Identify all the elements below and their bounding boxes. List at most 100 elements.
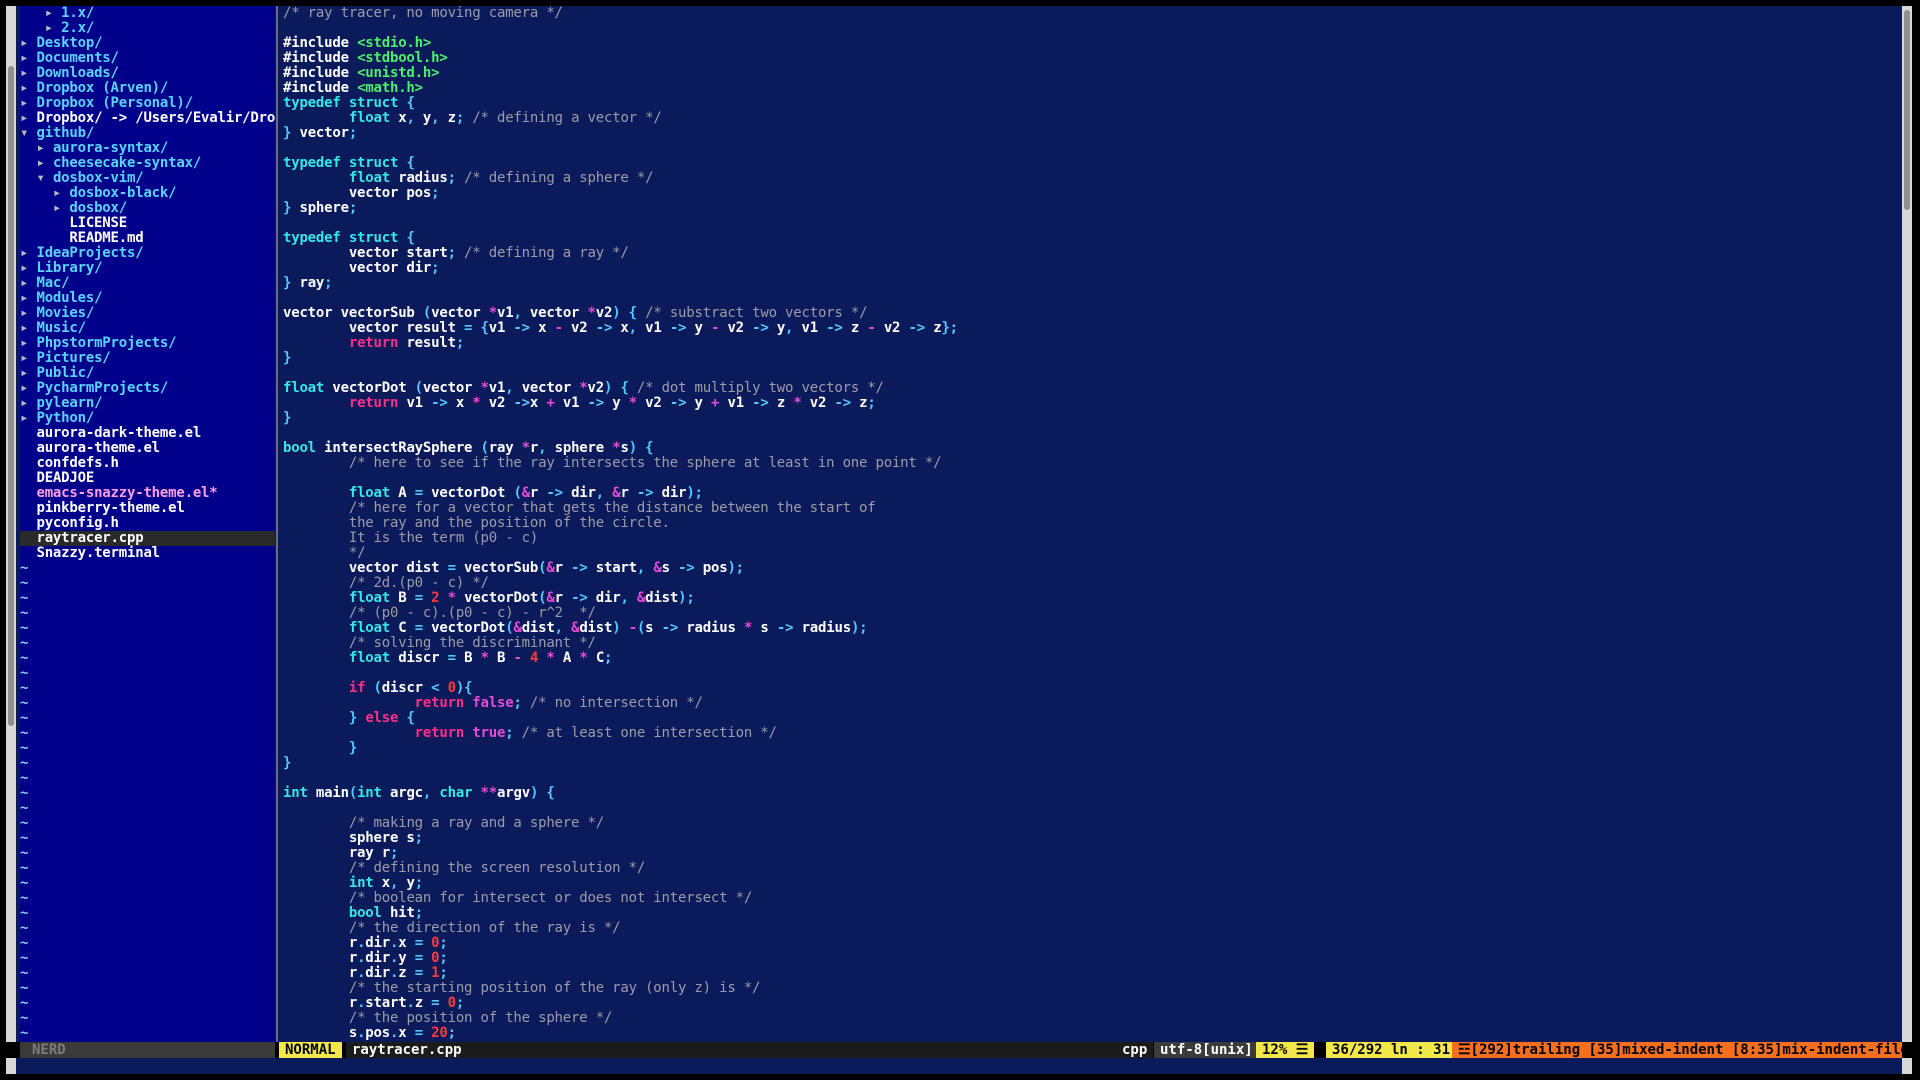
tree-item-directory[interactable]: ▸ cheesecake-syntax/ xyxy=(20,156,201,171)
code-line[interactable]: sphere s; xyxy=(283,831,423,846)
code-line[interactable]: /* defining the screen resolution */ xyxy=(283,861,645,876)
left-scrollbar-thumb[interactable] xyxy=(8,66,14,726)
code-line[interactable]: float discr = B * B - 4 * A * C; xyxy=(283,651,613,666)
code-line[interactable]: return result; xyxy=(283,336,464,351)
tree-item-directory[interactable]: ▸ dosbox/ xyxy=(20,201,127,216)
collapsed-triangle-icon[interactable]: ▸ xyxy=(20,245,36,261)
code-line[interactable]: r.start.z = 0; xyxy=(283,996,464,1011)
tree-item-file[interactable]: pinkberry-theme.el xyxy=(20,501,184,516)
code-line[interactable]: #include <stdio.h> xyxy=(283,36,431,51)
tree-item-directory[interactable]: ▸ Pictures/ xyxy=(20,351,111,366)
code-line[interactable]: bool hit; xyxy=(283,906,423,921)
collapsed-triangle-icon[interactable]: ▸ xyxy=(20,110,36,126)
collapsed-triangle-icon[interactable]: ▸ xyxy=(20,380,36,396)
tree-item-directory[interactable]: ▸ Downloads/ xyxy=(20,66,119,81)
collapsed-triangle-icon[interactable]: ▸ xyxy=(20,275,36,291)
code-line[interactable]: float x, y, z; /* defining a vector */ xyxy=(283,111,662,126)
code-line[interactable]: typedef struct { xyxy=(283,156,415,171)
code-line[interactable]: r.dir.z = 1; xyxy=(283,966,448,981)
collapsed-triangle-icon[interactable]: ▸ xyxy=(45,6,61,21)
collapsed-triangle-icon[interactable]: ▸ xyxy=(20,395,36,411)
tree-item-directory[interactable]: ▾ github/ xyxy=(20,126,94,141)
collapsed-triangle-icon[interactable]: ▸ xyxy=(20,305,36,321)
collapsed-triangle-icon[interactable]: ▸ xyxy=(45,20,61,36)
code-line[interactable]: int x, y; xyxy=(283,876,423,891)
tree-item-directory[interactable]: ▸ Documents/ xyxy=(20,51,119,66)
collapsed-triangle-icon[interactable]: ▸ xyxy=(53,185,69,201)
code-line[interactable]: return true; /* at least one intersectio… xyxy=(283,726,777,741)
code-line[interactable]: /* boolean for intersect or does not int… xyxy=(283,891,752,906)
tree-item-directory[interactable]: ▾ dosbox-vim/ xyxy=(20,171,143,186)
tree-item-directory[interactable]: ▸ Modules/ xyxy=(20,291,103,306)
code-line[interactable]: } ray; xyxy=(283,276,333,291)
collapsed-triangle-icon[interactable]: ▸ xyxy=(20,320,36,336)
code-line[interactable]: vector vectorSub (vector *v1, vector *v2… xyxy=(283,306,868,321)
collapsed-triangle-icon[interactable]: ▸ xyxy=(20,335,36,351)
tree-item-directory[interactable]: ▸ pylearn/ xyxy=(20,395,103,411)
code-line[interactable]: #include <unistd.h> xyxy=(283,66,440,81)
code-line[interactable]: return v1 -> x * v2 ->x + v1 -> y * v2 -… xyxy=(283,396,876,411)
code-line[interactable]: } xyxy=(283,411,291,426)
tree-item-file[interactable]: aurora-theme.el xyxy=(20,441,160,456)
tree-item-file[interactable]: aurora-dark-theme.el xyxy=(20,426,201,441)
code-line[interactable]: } else { xyxy=(283,711,415,726)
collapsed-triangle-icon[interactable]: ▸ xyxy=(20,365,36,381)
code-line[interactable]: float radius; /* defining a sphere */ xyxy=(283,171,654,186)
code-line[interactable]: } xyxy=(283,351,291,366)
code-line[interactable]: } vector; xyxy=(283,126,357,141)
code-line[interactable]: float B = 2 * vectorDot(&r -> dir, &dist… xyxy=(283,591,695,606)
collapsed-triangle-icon[interactable]: ▸ xyxy=(20,410,36,426)
tree-item-file[interactable]: pyconfig.h xyxy=(20,516,118,531)
code-line[interactable]: the ray and the position of the circle. xyxy=(283,516,670,531)
tree-item-directory[interactable]: ▸ aurora-syntax/ xyxy=(20,141,168,156)
tree-item-directory[interactable]: ▸ 1.x/ xyxy=(20,6,95,21)
code-line[interactable]: /* (p0 - c).(p0 - c) - r^2 */ xyxy=(283,606,596,621)
code-line[interactable]: /* the position of the sphere */ xyxy=(283,1011,613,1026)
code-line[interactable]: if (discr < 0){ xyxy=(283,681,473,696)
tree-item-directory[interactable]: ▸ PhpstormProjects/ xyxy=(20,335,177,351)
code-line[interactable]: vector dist = vectorSub(&r -> start, &s … xyxy=(283,561,744,576)
expanded-triangle-icon[interactable]: ▾ xyxy=(20,125,36,141)
collapsed-triangle-icon[interactable]: ▸ xyxy=(20,35,36,51)
code-line[interactable]: */ xyxy=(283,546,366,561)
tree-item-file[interactable]: emacs-snazzy-theme.el* xyxy=(20,486,217,501)
code-line[interactable]: vector result = {v1 -> x - v2 -> x, v1 -… xyxy=(283,321,958,336)
tree-item-directory[interactable]: ▸ Public/ xyxy=(20,366,94,381)
code-line[interactable]: It is the term (p0 - c) xyxy=(283,531,538,546)
tree-item-directory[interactable]: ▸ 2.x/ xyxy=(20,20,95,36)
code-line[interactable]: float A = vectorDot (&r -> dir, &r -> di… xyxy=(283,486,703,501)
code-line[interactable]: /* making a ray and a sphere */ xyxy=(283,816,604,831)
tree-item-file[interactable]: ▸ Dropbox/ -> /Users/Evalir/Dro xyxy=(20,111,275,126)
collapsed-triangle-icon[interactable]: ▸ xyxy=(20,80,36,96)
tree-item-file[interactable]: README.md xyxy=(20,231,143,246)
code-line[interactable]: /* here to see if the ray intersects the… xyxy=(283,456,942,471)
code-line[interactable]: } xyxy=(283,756,291,771)
code-line[interactable]: r.dir.x = 0; xyxy=(283,936,448,951)
code-line[interactable]: r.dir.y = 0; xyxy=(283,951,448,966)
code-line[interactable]: typedef struct { xyxy=(283,96,415,111)
code-line[interactable]: int main(int argc, char **argv) { xyxy=(283,786,555,801)
code-line[interactable]: bool intersectRaySphere (ray *r, sphere … xyxy=(283,441,654,456)
tree-item-directory[interactable]: ▸ Mac/ xyxy=(20,275,70,291)
tree-item-directory[interactable]: ▸ IdeaProjects/ xyxy=(20,245,144,261)
collapsed-triangle-icon[interactable]: ▸ xyxy=(20,65,36,81)
vertical-split-divider[interactable] xyxy=(276,6,278,1042)
code-line[interactable]: /* 2d.(p0 - c) */ xyxy=(283,576,489,591)
tree-item-directory[interactable]: ▸ Desktop/ xyxy=(20,35,103,51)
tree-item-directory[interactable]: ▸ Library/ xyxy=(20,260,103,276)
expanded-triangle-icon[interactable]: ▾ xyxy=(36,170,52,186)
code-line[interactable]: return false; /* no intersection */ xyxy=(283,696,703,711)
right-scrollbar-thumb[interactable] xyxy=(1904,10,1910,210)
collapsed-triangle-icon[interactable]: ▸ xyxy=(20,350,36,366)
code-line[interactable]: vector start; /* defining a ray */ xyxy=(283,246,629,261)
code-line[interactable]: /* here for a vector that gets the dista… xyxy=(283,501,876,516)
tree-item-file[interactable]: DEADJOE xyxy=(20,471,94,486)
code-line[interactable]: /* the starting position of the ray (onl… xyxy=(283,981,761,996)
code-line[interactable]: /* ray tracer, no moving camera */ xyxy=(283,6,563,21)
tree-item-file[interactable]: raytracer.cpp xyxy=(20,531,275,546)
code-line[interactable]: float vectorDot (vector *v1, vector *v2)… xyxy=(283,381,884,396)
code-line[interactable]: #include <math.h> xyxy=(283,81,423,96)
collapsed-triangle-icon[interactable]: ▸ xyxy=(20,260,36,276)
collapsed-triangle-icon[interactable]: ▸ xyxy=(20,95,36,111)
tree-item-directory[interactable]: ▸ Movies/ xyxy=(20,306,94,321)
